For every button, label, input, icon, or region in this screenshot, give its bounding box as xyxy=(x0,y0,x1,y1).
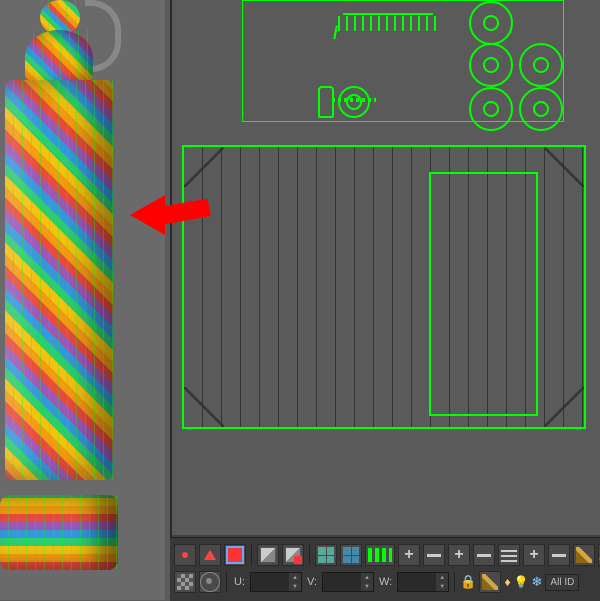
uv-circle-5 xyxy=(519,87,563,131)
v-label: V: xyxy=(307,576,317,588)
brush2-button[interactable] xyxy=(479,571,501,593)
element-mode-button[interactable] xyxy=(257,544,279,566)
uv-circle-3 xyxy=(519,43,563,87)
grow-plus-button[interactable]: + xyxy=(398,544,420,566)
uv-circle-1 xyxy=(469,1,513,45)
paint-button[interactable] xyxy=(573,544,595,566)
loop-minus-button[interactable] xyxy=(473,544,495,566)
uv-inner-rect[interactable] xyxy=(429,172,538,416)
uv-main-island[interactable] xyxy=(182,145,586,429)
toolbar-row-2: U: ▲▼ V: ▲▼ W: ▲▼ 🔒 ♦ 💡 ❄ All ID xyxy=(174,570,579,594)
annotation-arrow xyxy=(130,180,210,240)
bottle-neck xyxy=(25,30,93,85)
uv-gear-shape xyxy=(338,86,370,118)
u-spinner[interactable]: ▲▼ xyxy=(250,572,302,592)
edge-mode-button[interactable] xyxy=(199,544,221,566)
bottle-base xyxy=(0,495,118,570)
grid-b-button[interactable] xyxy=(340,544,362,566)
uv-editor-panel[interactable]: / xyxy=(170,0,600,540)
lock-icon[interactable]: 🔒 xyxy=(460,574,476,590)
bulb-icon[interactable]: ♦ xyxy=(504,575,510,589)
uv-cluster-top[interactable]: / xyxy=(242,0,564,122)
bars-button[interactable] xyxy=(498,544,520,566)
dash-button[interactable] xyxy=(365,544,395,566)
grid-a-button[interactable] xyxy=(315,544,337,566)
lightbulb-icon[interactable]: 💡 xyxy=(514,575,529,589)
ring-plus-button[interactable]: + xyxy=(523,544,545,566)
w-spinner[interactable]: ▲▼ xyxy=(397,572,449,592)
fire-extinguisher-mesh[interactable] xyxy=(0,0,120,580)
uv-barcode-shape xyxy=(338,16,438,31)
target-button[interactable] xyxy=(199,571,221,593)
uv-canvas[interactable]: / xyxy=(172,0,600,535)
w-label: W: xyxy=(379,576,392,588)
v-spinner[interactable]: ▲▼ xyxy=(322,572,374,592)
checker-button[interactable] xyxy=(174,571,196,593)
perspective-viewport[interactable] xyxy=(0,0,165,600)
shrink-minus-button[interactable] xyxy=(423,544,445,566)
uv-circle-4 xyxy=(469,87,513,131)
bottle-cylinder-body xyxy=(5,80,113,480)
uv-bottle-outline xyxy=(318,86,334,118)
ring-minus-button[interactable] xyxy=(548,544,570,566)
uv-toolbar: + + + U: ▲▼ V: ▲▼ W: ▲▼ 🔒 ♦ 💡 ❄ All ID xyxy=(170,537,600,601)
vertex-mode-button[interactable] xyxy=(174,544,196,566)
poly-mode-button[interactable] xyxy=(282,544,304,566)
u-label: U: xyxy=(234,576,245,588)
freeze-icon[interactable]: ❄ xyxy=(532,574,543,590)
loop-plus-button[interactable]: + xyxy=(448,544,470,566)
all-id-dropdown[interactable]: All ID xyxy=(545,574,579,591)
uv-circle-2 xyxy=(469,43,513,87)
face-mode-button[interactable] xyxy=(224,544,246,566)
toolbar-row-1: + + + xyxy=(174,543,600,567)
